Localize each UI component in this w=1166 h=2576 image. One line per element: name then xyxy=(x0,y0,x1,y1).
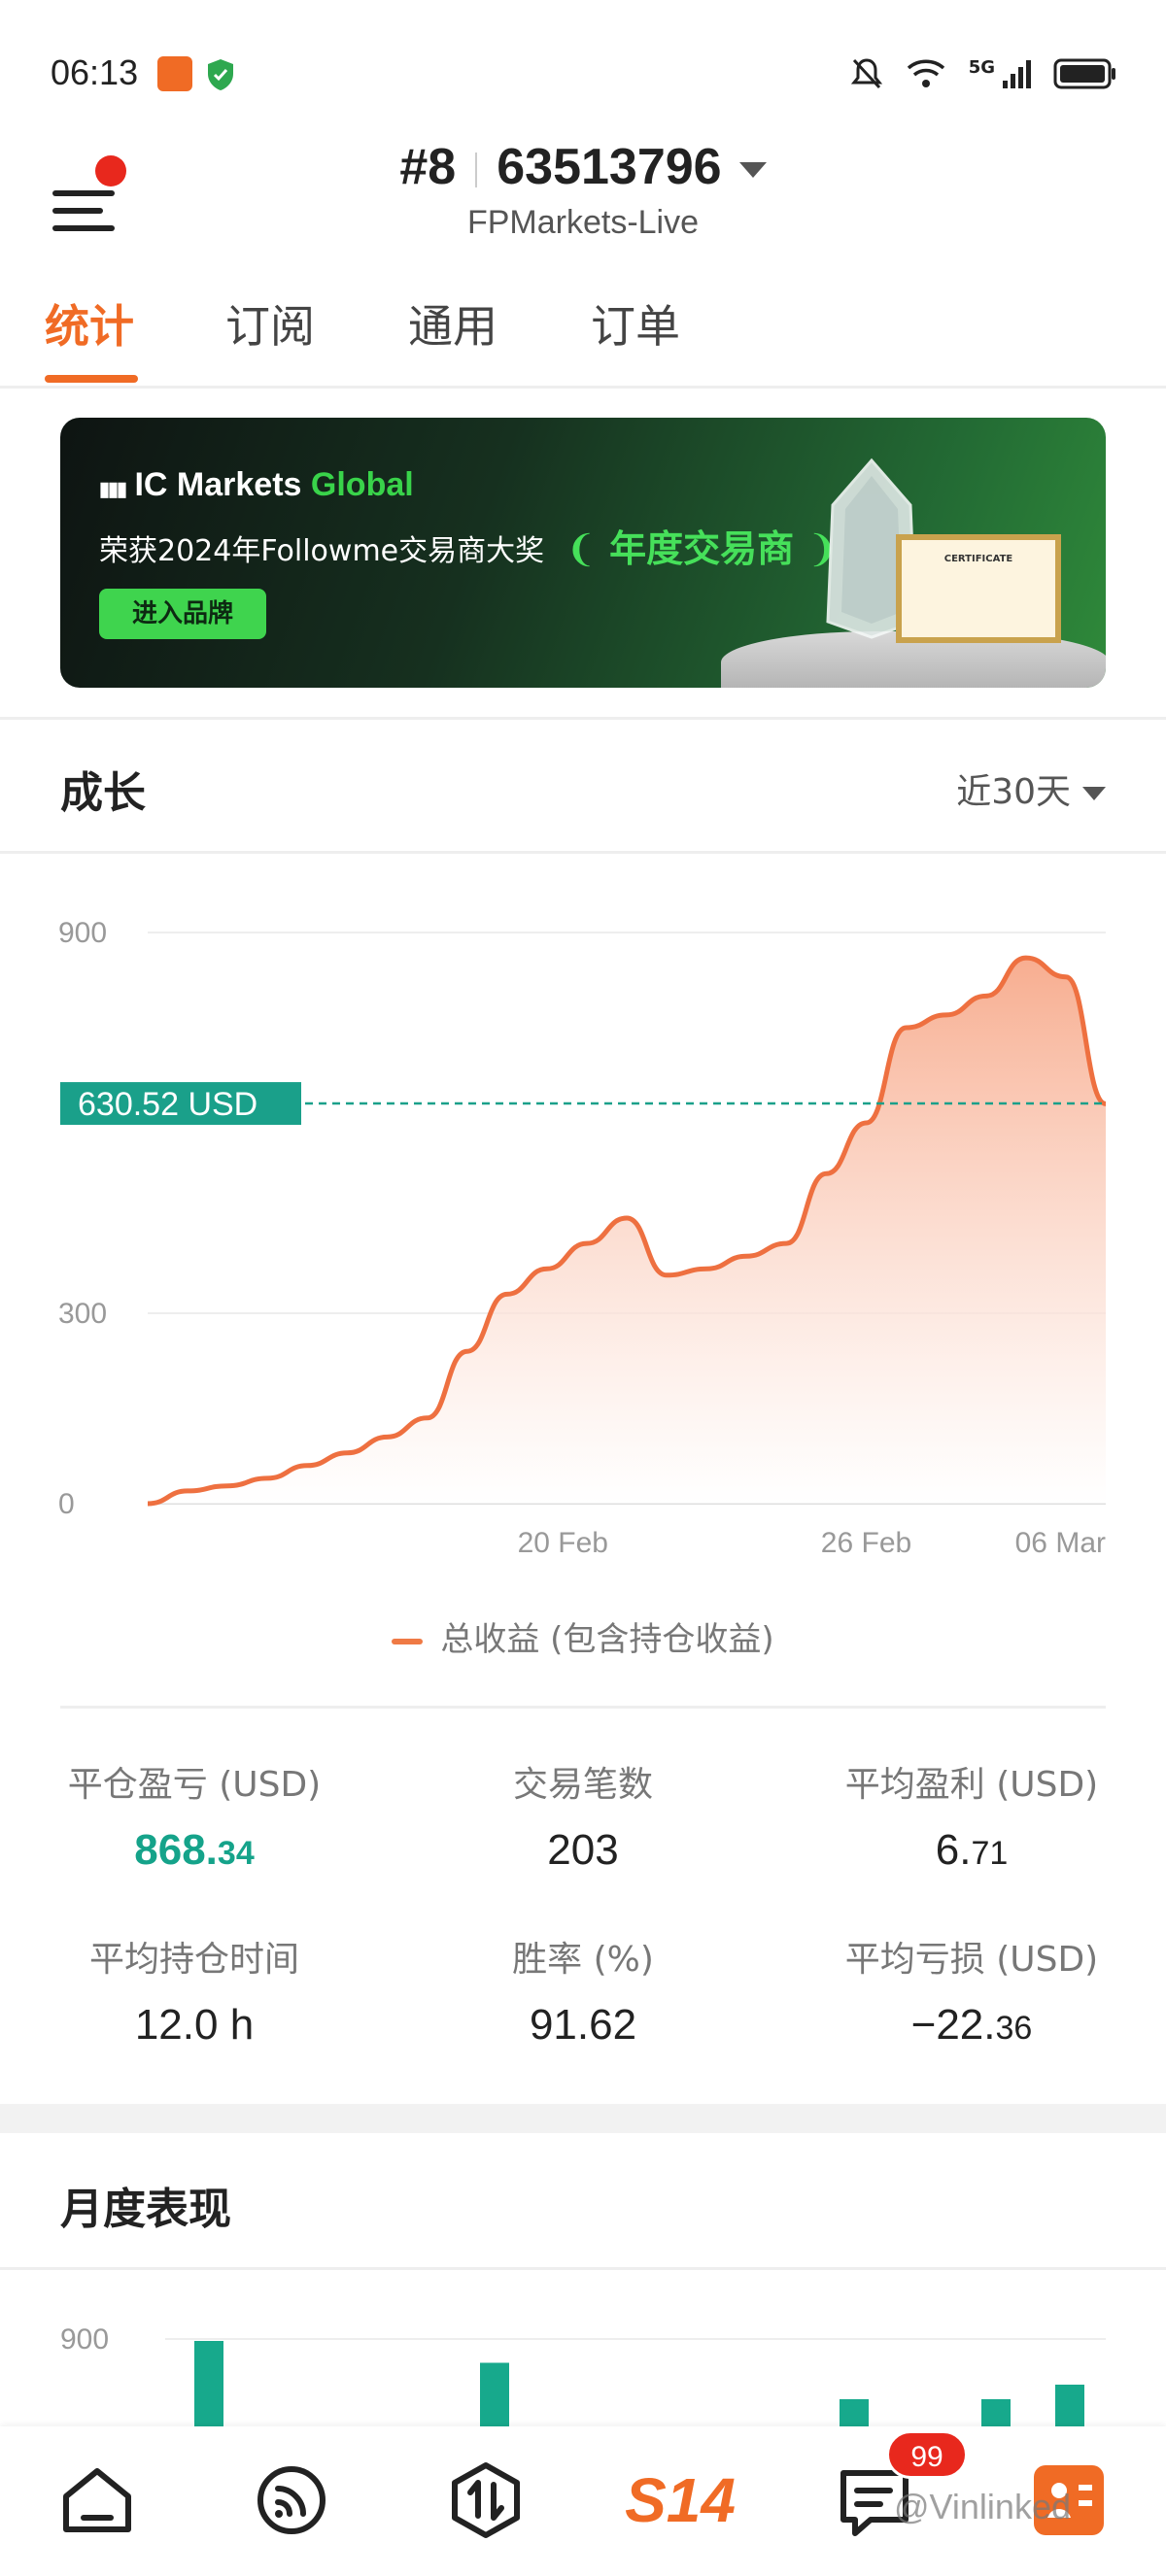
laurel-left-icon: ❨ xyxy=(566,527,597,570)
legend-swatch xyxy=(392,1638,424,1644)
divider xyxy=(0,717,1166,720)
monthly-bar xyxy=(840,2399,869,2428)
stat-trade-count: 交易笔数 203 xyxy=(389,1756,777,1875)
legend-label: 总收益 (包含持仓收益) xyxy=(440,1620,774,1659)
account-server: FPMarkets-Live xyxy=(466,204,700,241)
enter-brand-button[interactable]: 进入品牌 xyxy=(99,589,266,639)
home-icon[interactable] xyxy=(49,2452,146,2549)
message-count-badge: 99 xyxy=(886,2430,968,2479)
chart-legend: 总收益 (包含持仓收益) xyxy=(0,1612,1166,1660)
stat-value: 91.62 xyxy=(389,2001,777,2050)
separator xyxy=(475,153,478,188)
divider xyxy=(0,851,1166,854)
trade-icon[interactable] xyxy=(437,2452,534,2549)
battery-icon xyxy=(1053,58,1115,89)
stat-value: 12.0 h xyxy=(0,2001,389,2050)
stat-int: 6. xyxy=(935,1826,972,1874)
monthly-bar xyxy=(981,2399,1011,2428)
stat-label: 平均持仓时间 xyxy=(88,1940,299,1980)
feed-icon[interactable] xyxy=(243,2452,340,2549)
stat-label: 平均盈利 (USD) xyxy=(844,1765,1099,1805)
account-rank: #8 xyxy=(399,139,457,195)
header: #8 63513796 FPMarkets-Live xyxy=(0,126,1166,253)
y-tick-label: 900 xyxy=(58,917,107,949)
monthly-bar xyxy=(194,2341,223,2428)
app-notification-icon xyxy=(157,56,192,91)
tab-subscribe[interactable]: 订阅 xyxy=(225,291,315,356)
promo-banner[interactable]: ▮▮▮ IC Markets Global 荣获2024年Followme交易商… xyxy=(60,418,1106,688)
range-label: 近30天 xyxy=(956,772,1071,812)
stat-int: 91.62 xyxy=(529,2001,637,2049)
stat-value: 203 xyxy=(389,1826,777,1875)
divider xyxy=(0,2267,1166,2270)
stat-label: 平仓盈亏 (USD) xyxy=(67,1765,322,1805)
stat-label: 交易笔数 xyxy=(512,1765,653,1805)
y-tick-label: 0 xyxy=(58,1488,75,1520)
monthly-chart: 900 xyxy=(60,2323,1106,2428)
stat-avg-profit: 平均盈利 (USD) 6.71 xyxy=(777,1756,1166,1875)
account-id: 63513796 xyxy=(497,139,722,195)
account-selector[interactable]: #8 63513796 FPMarkets-Live xyxy=(0,138,1166,242)
logo-suffix: Global xyxy=(310,466,414,503)
mute-icon xyxy=(850,58,882,89)
award-text: 年度交易商 xyxy=(609,527,795,570)
banner-logo: ▮▮▮ IC Markets Global xyxy=(99,466,414,504)
watermark: @Vinlinked xyxy=(894,2487,1071,2526)
banner-award: ❨ 年度交易商 ❩ xyxy=(566,519,838,572)
stat-value: 868.34 xyxy=(0,1826,389,1875)
wifi-icon xyxy=(907,59,944,87)
logo-prefix: IC Markets xyxy=(134,466,302,503)
stat-label: 平均亏损 (USD) xyxy=(844,1940,1099,1980)
stat-dec: 71 xyxy=(971,1835,1009,1872)
stat-value: −22.36 xyxy=(777,2001,1166,2050)
x-tick-label: 20 Feb xyxy=(518,1527,608,1559)
stat-value: 6.71 xyxy=(777,1826,1166,1875)
tab-bar: 统计 订阅 通用 订单 xyxy=(0,282,1166,389)
certificate-title: CERTIFICATE xyxy=(943,554,1013,564)
tab-orders[interactable]: 订单 xyxy=(591,291,680,356)
stat-win-rate: 胜率 (%) 91.62 xyxy=(389,1931,777,2050)
stat-int: 868. xyxy=(134,1826,218,1874)
tab-statistics[interactable]: 统计 xyxy=(45,291,134,356)
bars-icon: ▮▮▮ xyxy=(99,479,127,500)
monthly-title: 月度表现 xyxy=(60,2185,231,2234)
status-time: 06:13 xyxy=(51,52,139,92)
y-tick-label: 300 xyxy=(58,1298,107,1330)
divider xyxy=(60,1706,1106,1709)
stat-label: 胜率 (%) xyxy=(512,1940,654,1980)
monthly-bar xyxy=(480,2362,509,2428)
monthly-y-tick: 900 xyxy=(60,2323,109,2356)
x-tick-label: 26 Feb xyxy=(821,1527,911,1559)
status-icons: 5G xyxy=(850,54,1117,93)
chevron-down-icon xyxy=(738,162,767,179)
tab-general[interactable]: 通用 xyxy=(408,291,497,356)
section-gap xyxy=(0,2104,1166,2133)
growth-chart: 0 300 900 630.52 USD 20 Feb 26 Feb 06 Mar xyxy=(58,917,1108,1559)
shield-icon xyxy=(208,59,233,90)
stat-int: 12.0 h xyxy=(134,2001,255,2049)
certificate-image: CERTIFICATE xyxy=(896,534,1061,643)
network-label: 5G xyxy=(968,56,995,78)
stat-avg-loss: 平均亏损 (USD) −22.36 xyxy=(777,1931,1166,2050)
monthly-bar xyxy=(1055,2385,1084,2428)
status-bar: 06:13 5G xyxy=(0,0,1166,146)
stat-closed-pnl: 平仓盈亏 (USD) 868.34 xyxy=(0,1756,389,1875)
stat-dec: 34 xyxy=(217,1835,255,1872)
x-tick-label: 06 Mar xyxy=(1015,1527,1106,1559)
growth-area xyxy=(148,958,1106,1504)
stat-int: −22. xyxy=(910,2001,996,2049)
signal-icon xyxy=(1003,60,1031,88)
stat-avg-hold-time: 平均持仓时间 12.0 h xyxy=(0,1931,389,2050)
active-tab-indicator xyxy=(45,375,138,383)
s14-logo[interactable]: S14 xyxy=(622,2452,738,2549)
range-dropdown[interactable]: 近30天 xyxy=(956,763,1106,814)
growth-title: 成长 xyxy=(60,768,146,818)
stat-dec: 36 xyxy=(995,2010,1033,2047)
banner-text: 荣获2024年Followme交易商大奖 xyxy=(99,534,545,568)
chevron-down-icon xyxy=(1082,787,1106,800)
current-value-label: 630.52 USD xyxy=(78,1086,257,1123)
stat-int: 203 xyxy=(547,1826,619,1874)
